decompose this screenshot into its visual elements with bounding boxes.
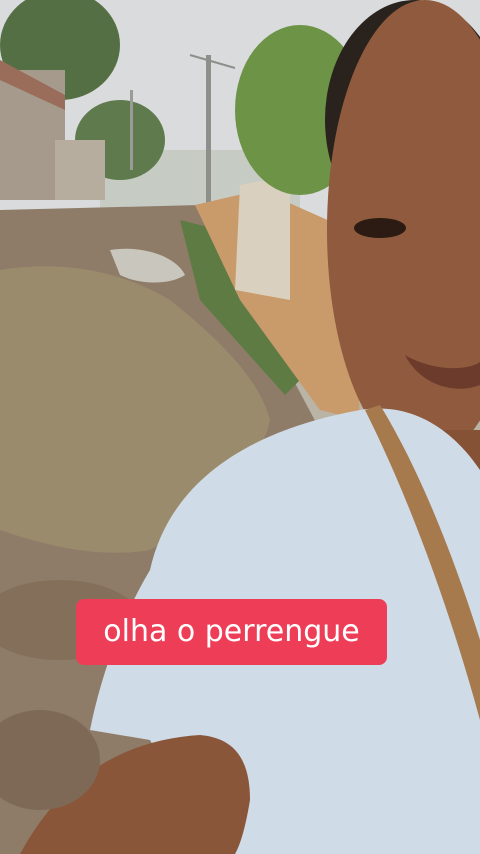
gate [235,175,290,300]
utility-pole [206,55,211,225]
utility-pole-2 [130,90,133,170]
house-left-2 [55,140,105,200]
selfie-photo: olha o perrengue [0,0,480,854]
photo-illustration [0,0,480,854]
caption-overlay: olha o perrengue [76,599,387,665]
person-eye [354,218,406,238]
